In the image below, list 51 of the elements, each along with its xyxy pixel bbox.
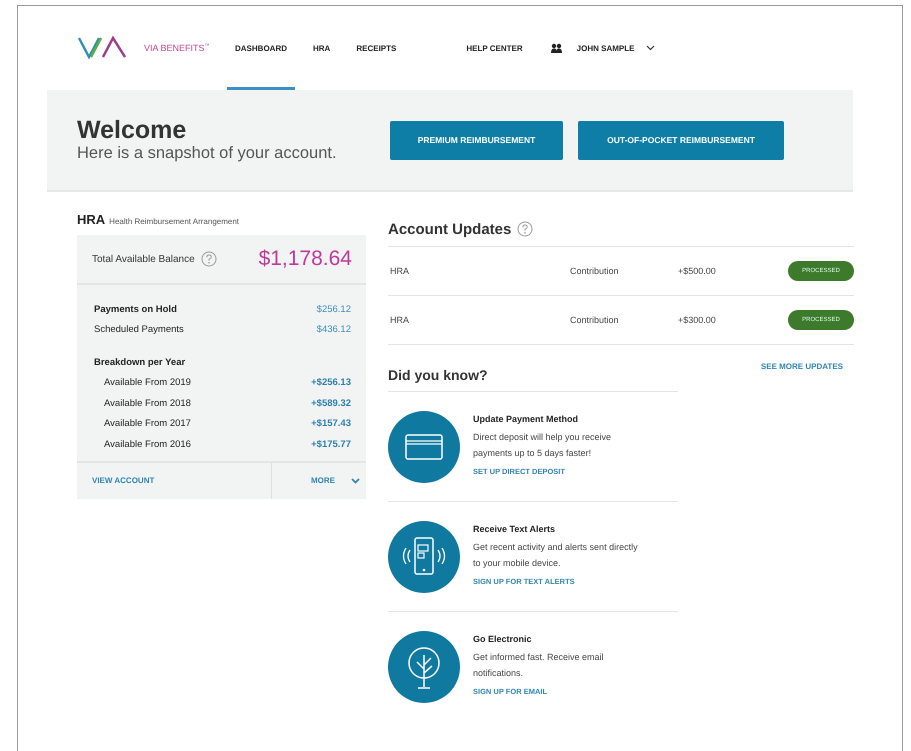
tip-text: Get recent activity and alerts sent directly to your mobile device.	[473, 541, 638, 570]
section-title: Account Updates	[388, 220, 512, 238]
people-icon	[550, 43, 562, 53]
caret-icon	[646, 45, 656, 51]
tree-icon	[388, 630, 460, 702]
mobile-phone-icon	[388, 520, 460, 592]
nav-tab[interactable]: HRA	[305, 6, 338, 90]
credit-card-icon	[388, 410, 460, 482]
help-icon	[200, 251, 217, 267]
section-title: Did you know?	[388, 367, 678, 392]
year-amount: +$157.43	[311, 418, 351, 430]
help-link[interactable]: HELP CENTER	[466, 44, 523, 52]
welcome-title: Welcome	[77, 116, 188, 144]
help-icon	[517, 221, 534, 237]
payment-amount: $436.12	[316, 324, 351, 336]
section-title: HRA	[77, 212, 106, 227]
more-button[interactable]: MORE	[305, 462, 366, 498]
reimbursement-button[interactable]: PREMIUM REIMBURSEMENT	[390, 120, 563, 160]
view-account-link[interactable]: VIEW ACCOUNT	[77, 462, 272, 498]
table-cell-text: HRA	[389, 315, 410, 325]
see-more-link[interactable]: SEE MORE UPDATES	[760, 362, 843, 371]
tip-title: Receive Text Alerts	[473, 524, 556, 534]
table-cell-text: Contribution	[570, 315, 620, 325]
table-cell-text: Contribution	[570, 266, 620, 276]
reimbursement-button[interactable]: OUT-OF-POCKET REIMBURSEMENT	[578, 120, 784, 160]
chevron-icon	[351, 478, 360, 484]
payment-label: Payments on Hold	[94, 304, 177, 315]
tip-text: Direct deposit will help you receive payments up to 5 days faster!	[473, 431, 612, 460]
tip-title: Update Payment Method	[473, 414, 580, 424]
year-label: Available From 2017	[104, 418, 191, 430]
tip-text: Get informed fast. Receive email notifications.	[473, 651, 605, 680]
year-label: Available From 2018	[104, 398, 191, 409]
balance-label: Total Available Balance	[92, 254, 195, 264]
year-label: Available From 2016	[104, 438, 191, 450]
table-cell-text: HRA	[389, 266, 410, 276]
section-subtitle: Health Reimbursement Arrangement	[109, 217, 240, 226]
year-amount: +$589.32	[311, 398, 351, 409]
breakdown-title: Breakdown per Year	[94, 356, 186, 368]
table-cell-text: +$300.00	[678, 315, 717, 325]
tip-title: Go Electronic	[473, 634, 533, 644]
nav-tab[interactable]: RECEIPTS	[348, 6, 404, 90]
table-cell-text: +$500.00	[678, 266, 717, 276]
welcome-subtitle: Here is a snapshot of your account.	[77, 144, 338, 164]
payment-amount: $256.12	[316, 304, 351, 315]
payment-label: Scheduled Payments	[94, 324, 184, 336]
balance-amount: $1,178.64	[258, 247, 352, 271]
user-menu[interactable]: JOHN SAMPLE	[576, 44, 634, 52]
year-amount: +$175.77	[311, 438, 351, 450]
brand-name: VIA BENEFITS$^{™}$	[144, 43, 210, 53]
year-amount: +$256.13	[311, 377, 351, 388]
year-label: Available From 2019	[104, 377, 191, 388]
